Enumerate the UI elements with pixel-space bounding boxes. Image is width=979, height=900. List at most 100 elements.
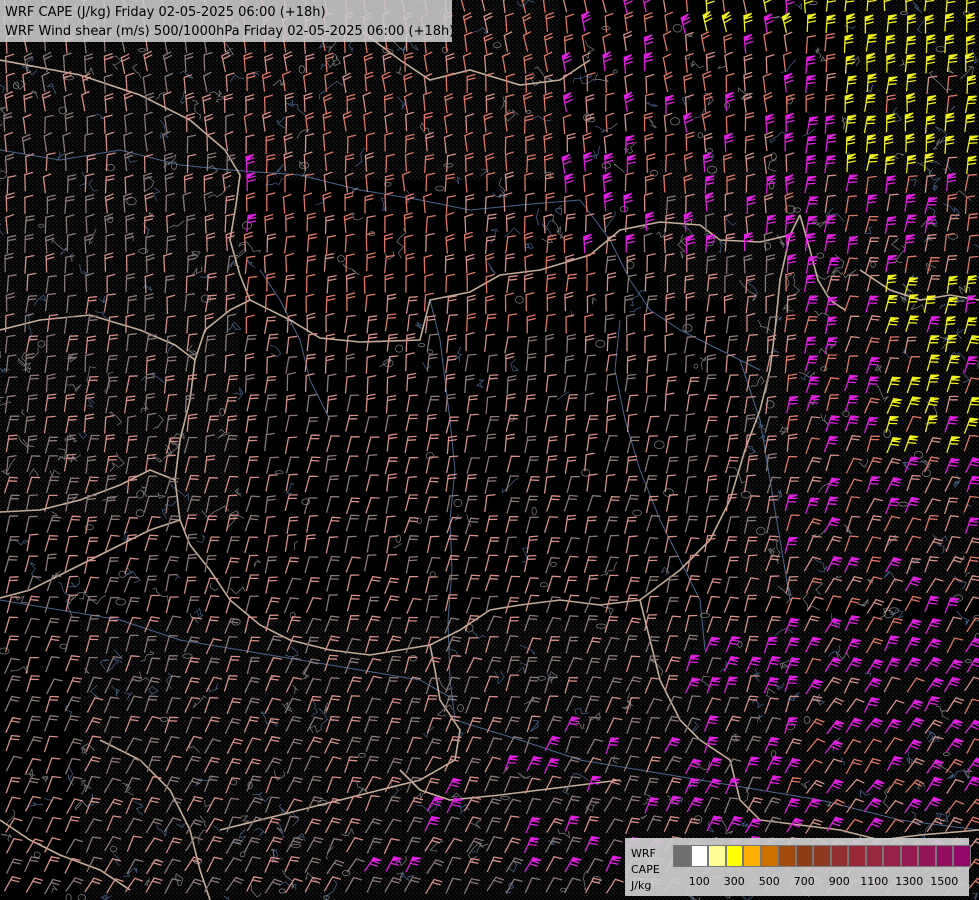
barb-feather <box>767 375 778 378</box>
barb-staff <box>445 275 448 293</box>
barb-feather <box>886 281 896 284</box>
barb-feather <box>829 418 840 421</box>
barb-staff <box>504 254 507 273</box>
barb-feather <box>728 315 738 318</box>
barb-feather <box>8 434 18 437</box>
barb-feather <box>247 334 257 337</box>
barb-staff <box>304 374 307 393</box>
barb-feather <box>268 337 278 340</box>
barb-feather <box>227 418 237 421</box>
barb-feather <box>905 200 915 203</box>
barb-feather <box>967 278 977 281</box>
barb-staff <box>664 214 667 233</box>
barb-staff <box>6 236 9 254</box>
barb-staff <box>386 295 389 313</box>
barb-staff <box>4 314 7 333</box>
barb-feather <box>588 436 598 440</box>
barb-feather <box>48 314 59 317</box>
barb-feather <box>946 341 956 344</box>
barb-staff <box>264 216 267 234</box>
barb-feather <box>88 319 98 322</box>
barb-feather <box>386 316 397 320</box>
barb-feather <box>909 383 919 386</box>
barb-feather <box>907 441 917 444</box>
barb-feather <box>828 439 838 442</box>
barb-feather <box>507 335 517 338</box>
barb-feather <box>906 197 916 200</box>
barb-feather <box>648 295 658 298</box>
barb-staff <box>745 276 748 294</box>
barb-feather <box>266 319 276 322</box>
barb-feather <box>827 174 837 177</box>
barb-feather <box>887 258 897 261</box>
barb-feather <box>966 102 976 105</box>
barb-staff <box>383 95 386 114</box>
barb-feather <box>867 197 877 200</box>
barb-feather <box>846 118 857 121</box>
barb-feather <box>486 437 496 440</box>
barb-feather <box>749 374 759 377</box>
barb-feather <box>728 437 739 440</box>
barb-feather <box>825 240 836 243</box>
barb-staff <box>325 296 328 314</box>
barb-staff <box>684 355 687 373</box>
barb-feather <box>867 40 877 43</box>
barb-feather <box>488 377 498 380</box>
barb-staff <box>65 216 68 234</box>
barb-feather <box>68 415 78 418</box>
barb-feather <box>729 434 739 437</box>
barb-feather <box>708 293 719 296</box>
barb-feather <box>810 437 821 440</box>
barb-staff <box>105 134 108 152</box>
barb-staff <box>366 376 369 394</box>
barb-staff <box>44 216 47 234</box>
barb-feather <box>886 219 897 222</box>
barb-staff <box>384 194 387 212</box>
barb-feather <box>848 242 858 245</box>
barb-feather <box>785 317 796 321</box>
barb-feather <box>907 255 917 258</box>
barb-staff <box>606 273 609 292</box>
barb-staff <box>785 96 788 114</box>
barb-staff <box>624 173 627 192</box>
barb-feather <box>108 337 118 340</box>
barb-staff <box>224 215 227 233</box>
barb-staff <box>606 334 609 352</box>
barb-staff <box>64 153 67 172</box>
barb-feather <box>228 254 239 258</box>
barb-feather <box>827 320 837 322</box>
barb-feather <box>508 275 518 278</box>
barb-staff <box>103 116 106 134</box>
barb-staff <box>824 95 827 113</box>
barb-feather <box>966 298 977 301</box>
barb-staff <box>84 55 87 74</box>
barb-feather <box>27 294 38 297</box>
barb-feather <box>825 162 835 165</box>
barb-feather <box>847 381 857 384</box>
barb-staff <box>705 54 708 72</box>
barb-staff <box>385 155 388 173</box>
barb-staff <box>566 335 569 353</box>
barb-feather <box>206 373 216 376</box>
barb-feather <box>969 403 979 406</box>
barb-feather <box>968 420 978 424</box>
barb-staff <box>584 214 587 233</box>
barb-staff <box>365 216 368 235</box>
barb-staff <box>464 154 467 173</box>
barb-feather <box>886 223 896 226</box>
barb-staff <box>524 194 527 212</box>
barb-staff <box>24 314 27 333</box>
barb-staff <box>665 196 669 215</box>
barb-feather <box>647 394 657 397</box>
barb-feather <box>889 383 899 386</box>
barb-staff <box>185 275 188 294</box>
barb-feather <box>46 397 57 400</box>
barb-feather <box>849 418 859 421</box>
barb-staff <box>405 114 408 132</box>
barb-feather <box>968 216 978 219</box>
barb-feather <box>586 354 597 357</box>
barb-feather <box>429 333 439 336</box>
barb-feather <box>487 433 497 436</box>
barb-feather <box>969 234 979 237</box>
barb-staff <box>263 255 266 274</box>
